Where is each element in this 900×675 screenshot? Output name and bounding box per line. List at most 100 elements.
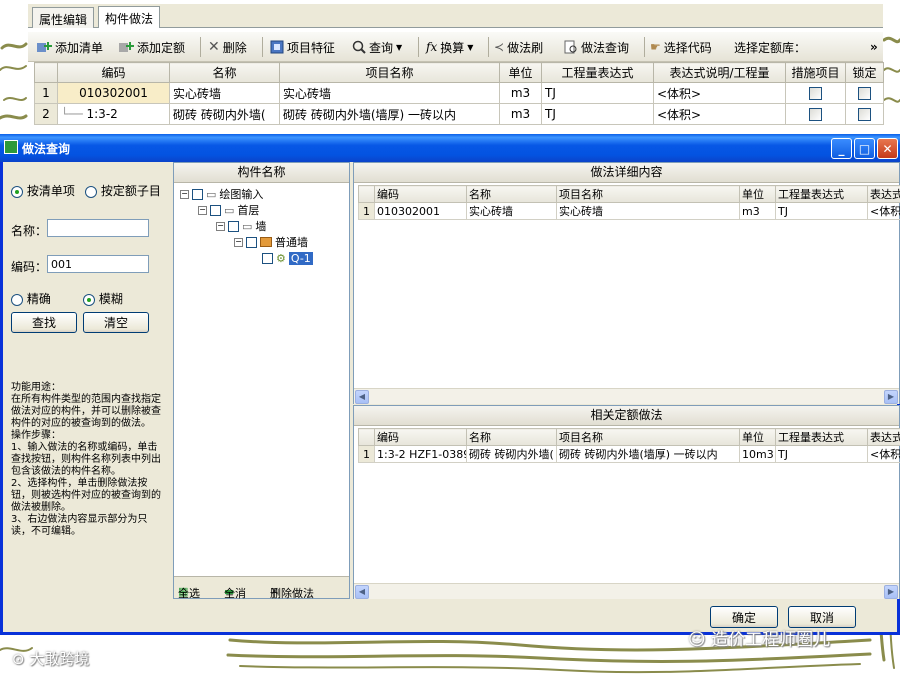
tree-node-normal-wall[interactable]: − 普通墙 [234, 235, 308, 249]
fuzzy-radio[interactable]: 模糊 [83, 290, 123, 307]
column-header[interactable]: 项目名称 [556, 428, 740, 446]
exact-radio[interactable]: 精确 [11, 290, 51, 307]
related-horizontal-scrollbar[interactable]: ◀ ▶ [354, 583, 899, 599]
unit-cell[interactable]: m3 [499, 82, 542, 104]
minimize-button[interactable]: _ [831, 138, 852, 159]
column-header[interactable]: 工程量表达式 [775, 185, 868, 203]
clear-button[interactable]: 清空 [83, 312, 149, 333]
detail-horizontal-scrollbar[interactable]: ◀ ▶ [354, 388, 899, 404]
convert-button[interactable]: fx 换算 ▼ [426, 38, 473, 56]
column-header[interactable]: 名称 [466, 428, 557, 446]
query-button[interactable]: 查询 ▼ [352, 38, 402, 56]
name-cell[interactable]: 实心砖墙 [169, 82, 280, 104]
lock-checkbox[interactable] [858, 87, 871, 100]
delete-button[interactable]: ✕ 删除 [208, 38, 247, 56]
search-panel: 按清单项 按定额子目 名称： 编码： 精确 模糊 查找 清空 功能用途： 在所有… [3, 162, 171, 602]
chevron-down-icon: ▼ [467, 42, 474, 52]
mode-list-radio[interactable]: 按清单项 [11, 182, 75, 199]
table-row[interactable]: 2 └── 1:3-2 砌砖 砖砌内外墙( 砌砖 砖砌内外墙(墙厚) 一砖以内 … [34, 103, 884, 125]
code-cell[interactable]: 010302001 [57, 82, 170, 104]
column-header[interactable]: 名称 [169, 62, 280, 83]
measure-checkbox[interactable] [809, 87, 822, 100]
scroll-right-icon[interactable]: ▶ [884, 585, 898, 599]
collapse-icon[interactable]: − [180, 189, 189, 199]
method-query-button[interactable]: 做法查询 [564, 38, 629, 56]
find-button[interactable]: 查找 [11, 312, 77, 333]
collapse-icon[interactable]: − [234, 237, 243, 247]
add-list-icon [37, 42, 52, 52]
column-header[interactable]: 表达式 [867, 428, 900, 446]
tree-node-q1[interactable]: ⚙ Q-1 [262, 251, 313, 265]
expression-desc-cell[interactable]: <体积> [653, 82, 786, 104]
scroll-left-icon[interactable]: ◀ [355, 585, 369, 599]
column-header[interactable]: 项目名称 [556, 185, 740, 203]
tab-component-method[interactable]: 构件做法 [98, 6, 161, 28]
scroll-right-icon[interactable]: ▶ [884, 390, 898, 404]
project-name-cell[interactable]: 实心砖墙 [279, 82, 500, 104]
table-row[interactable]: 1 010302001 实心砖墙 实心砖墙 m3 TJ <体积> [34, 82, 884, 104]
add-quota-button[interactable]: 添加定额 [118, 38, 185, 56]
column-header[interactable]: 单位 [739, 428, 776, 446]
column-header[interactable]: 工程量表达式 [775, 428, 868, 446]
unit-cell[interactable]: m3 [499, 103, 542, 125]
close-button[interactable]: ✕ [877, 138, 898, 159]
maximize-button[interactable]: □ [854, 138, 875, 159]
editor-grid-header: 编码 名称 项目名称 单位 工程量表达式 表达式说明/工程量 措施项目 锁定 [34, 62, 884, 83]
tab-property-edit[interactable]: 属性编辑 [32, 7, 95, 28]
code-input[interactable] [47, 255, 149, 273]
lock-checkbox[interactable] [858, 108, 871, 121]
tree-checkbox[interactable] [246, 236, 257, 248]
select-quota-lib-button[interactable]: 选择定额库： [734, 38, 806, 56]
name-cell[interactable]: 砌砖 砖砌内外墙( [169, 103, 280, 125]
expression-desc-cell[interactable]: <体积> [653, 103, 786, 125]
expression-cell[interactable]: TJ [541, 103, 654, 125]
column-header[interactable]: 单位 [739, 185, 776, 203]
delete-method-label: 删除做法 [270, 587, 314, 600]
column-header[interactable]: 编码 [57, 62, 170, 83]
column-header[interactable]: 单位 [499, 62, 542, 83]
project-name-cell[interactable]: 砌砖 砖砌内外墙(墙厚) 一砖以内 [279, 103, 500, 125]
editor-toolbar: 添加清单 添加定额 ✕ 删除 项目特征 查询 ▼ fx 换算 ▼ ≺ 做法刷 做… [28, 32, 883, 62]
detail-grid: 编码 名称 项目名称 单位 工程量表达式 表达式 1 010302001 实心砖… [358, 185, 900, 220]
add-quota-label: 添加定额 [137, 40, 186, 55]
table-row[interactable]: 1 010302001 实心砖墙 实心砖墙 m3 TJ <体积 [358, 202, 900, 220]
tree-node-first-floor[interactable]: − ▭ 首层 [198, 203, 259, 217]
toolbar-overflow-button[interactable]: » [870, 38, 878, 56]
code-cell[interactable]: └── 1:3-2 [57, 103, 170, 125]
column-header[interactable]: 编码 [374, 185, 467, 203]
collapse-icon[interactable]: − [216, 221, 225, 231]
method-query-dialog: 做法查询 _ □ ✕ 按清单项 按定额子目 名称： 编码： 精确 模糊 查找 清… [0, 134, 900, 635]
name-input[interactable] [47, 219, 149, 237]
column-header[interactable]: 锁定 [845, 62, 884, 83]
tree-checkbox[interactable] [262, 252, 273, 264]
scroll-left-icon[interactable]: ◀ [355, 390, 369, 404]
measure-checkbox[interactable] [809, 108, 822, 121]
collapse-icon[interactable]: − [198, 205, 207, 215]
unit-cell: 10m3 [739, 445, 776, 463]
tree-node-drawing-input[interactable]: − ▭ 绘图输入 [180, 187, 263, 201]
tree-checkbox[interactable] [192, 188, 203, 200]
item-feature-button[interactable]: 项目特征 [270, 38, 335, 56]
column-header[interactable]: 名称 [466, 185, 557, 203]
table-row[interactable]: 1 1:3-2 HZF1-0389 砌砖 砖砌内外墙( 砌砖 砖砌内外墙(墙厚)… [358, 445, 900, 463]
column-header[interactable]: 工程量表达式 [541, 62, 654, 83]
expression-cell[interactable]: TJ [541, 82, 654, 104]
dialog-title-bar[interactable]: 做法查询 _ □ ✕ [0, 134, 900, 162]
tree-footer: ▦ 全选 ▬ 全消 ✕ 删除做法 [174, 576, 349, 600]
detail-grid-header: 编码 名称 项目名称 单位 工程量表达式 表达式 [358, 185, 900, 203]
tree-checkbox[interactable] [228, 220, 239, 232]
mode-quota-radio[interactable]: 按定额子目 [85, 182, 161, 199]
column-header[interactable]: 表达式 [867, 185, 900, 203]
column-header[interactable]: 编码 [374, 428, 467, 446]
column-header[interactable]: 表达式说明/工程量 [653, 62, 786, 83]
tree-checkbox[interactable] [210, 204, 221, 216]
add-list-button[interactable]: 添加清单 [36, 38, 103, 56]
tree-header: 构件名称 [174, 163, 349, 183]
radio-selected-icon [11, 185, 23, 198]
tree-node-wall[interactable]: − ▭ 墙 [216, 219, 266, 233]
select-code-button[interactable]: ☛ 选择代码 [650, 38, 712, 56]
column-header[interactable]: 项目名称 [279, 62, 500, 83]
column-header[interactable]: 措施项目 [785, 62, 846, 83]
method-brush-button[interactable]: ≺ 做法刷 [494, 38, 543, 56]
lock-checkbox-cell [845, 82, 884, 104]
